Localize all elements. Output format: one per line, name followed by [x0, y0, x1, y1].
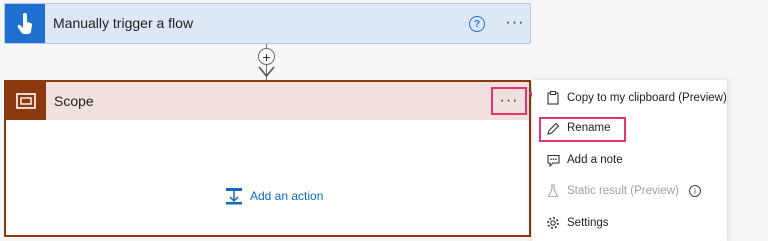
scope-header[interactable]: Scope ···: [6, 82, 529, 120]
add-action-icon: [226, 188, 242, 205]
rename-highlight: [539, 117, 626, 142]
gear-icon: [546, 216, 560, 230]
menu-label: Add a note: [567, 154, 623, 166]
menu-label: Settings: [567, 217, 609, 229]
trigger-card[interactable]: Manually trigger a flow ? ···: [4, 3, 531, 44]
menu-item-copy-clipboard[interactable]: Copy to my clipboard (Preview): [532, 84, 727, 112]
menu-label: Static result (Preview): [567, 185, 679, 197]
context-menu: Copy to my clipboard (Preview) Rename Ad…: [532, 80, 727, 241]
add-step-button[interactable]: +: [258, 48, 275, 65]
info-icon[interactable]: i: [689, 185, 701, 197]
hand-touch-icon: [5, 4, 45, 43]
menu-label: Copy to my clipboard (Preview): [567, 92, 727, 104]
flask-icon: [546, 184, 560, 198]
arrow-down-icon: [258, 66, 275, 78]
add-action-button[interactable]: Add an action: [224, 186, 323, 206]
trigger-title: Manually trigger a flow: [53, 15, 194, 31]
clipboard-icon: [546, 91, 560, 105]
trigger-more-button[interactable]: ···: [501, 11, 529, 35]
help-icon[interactable]: ?: [469, 16, 485, 32]
scope-icon: [6, 82, 46, 120]
scope-more-button[interactable]: ···: [491, 87, 527, 115]
menu-item-settings[interactable]: Settings: [532, 209, 727, 237]
scope-title: Scope: [54, 93, 94, 109]
add-action-label: Add an action: [250, 189, 324, 203]
scope-card[interactable]: Scope ··· Add an action: [4, 80, 531, 237]
menu-item-add-note[interactable]: Add a note: [532, 146, 727, 174]
note-icon: [546, 153, 560, 167]
menu-item-static-result: Static result (Preview) i: [532, 177, 727, 205]
